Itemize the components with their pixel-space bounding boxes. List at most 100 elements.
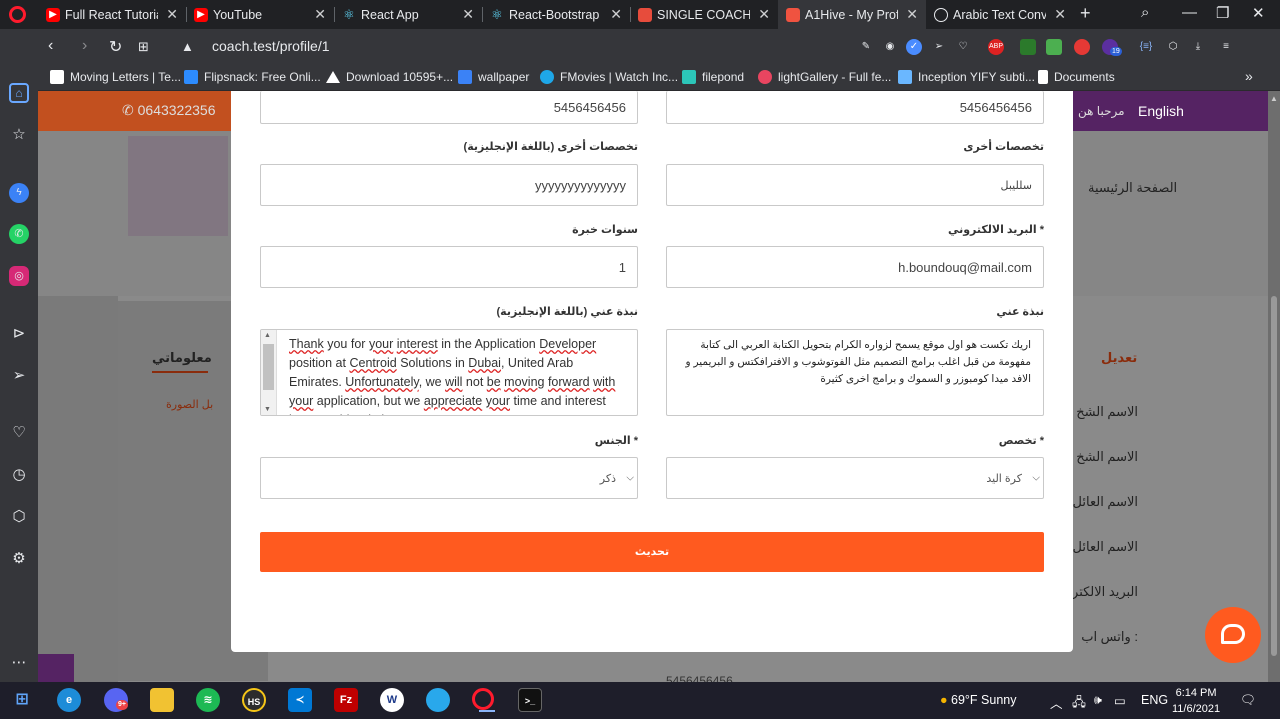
heart-icon[interactable]: ♡ <box>9 423 29 443</box>
tab-full-react-tutorial[interactable]: ▶ Full React Tutorial # ✕ <box>38 0 186 29</box>
app-blue-icon[interactable] <box>426 688 450 712</box>
bio-en-textarea[interactable]: ▲ ▼ Thank you for your interest in the A… <box>260 329 638 416</box>
url-field[interactable]: coach.test/profile/1 <box>212 38 330 54</box>
code-icon[interactable]: {≡} <box>1138 39 1154 55</box>
camera-icon[interactable]: ◉ <box>882 39 898 55</box>
battery-icon[interactable]: ▭ <box>1114 693 1126 708</box>
download-icon[interactable]: ⤓ <box>1190 39 1206 55</box>
tab-close-icon[interactable]: ✕ <box>750 6 778 23</box>
tab-close-icon[interactable]: ✕ <box>454 6 482 23</box>
star-icon[interactable]: ☆ <box>9 125 29 145</box>
more-bookmarks-icon[interactable]: » <box>1245 68 1253 84</box>
bookmark-filepond[interactable]: filepond <box>682 70 744 84</box>
new-tab-button[interactable]: + <box>1080 3 1091 24</box>
extension-colorful-icon[interactable] <box>1046 39 1062 55</box>
input-language[interactable]: ENG <box>1141 693 1168 707</box>
tray-chevron-icon[interactable]: ︿ <box>1050 693 1063 712</box>
tab-grid-icon[interactable]: ⊞ <box>138 39 149 55</box>
tab-react-bootstrap[interactable]: ⚛ React-Bootstrap · R ✕ <box>482 0 630 29</box>
home-icon[interactable]: ⌂ <box>9 83 29 103</box>
filezilla-icon[interactable]: Fz <box>334 688 358 712</box>
network-icon[interactable]: 🖧 <box>1072 693 1086 714</box>
language-switch[interactable]: English <box>1138 103 1184 119</box>
bookmark-download[interactable]: Download 10595+... <box>326 70 453 84</box>
hs-app-icon[interactable]: HS <box>242 688 266 712</box>
minimize-button[interactable]: — <box>1182 4 1197 21</box>
tab-my-info[interactable]: معلوماتي <box>152 350 212 366</box>
menu-icon[interactable]: ≡ <box>1218 39 1234 55</box>
tab-react-app[interactable]: ⚛ React App ✕ <box>334 0 482 29</box>
opera-logo-icon[interactable] <box>9 6 26 23</box>
reload-icon[interactable]: ↻ <box>109 37 122 57</box>
edit-icon[interactable]: ✎ <box>858 39 874 55</box>
send-icon[interactable]: ➢ <box>9 366 29 386</box>
weather-widget[interactable]: ● 69°F Sunny <box>940 693 1017 707</box>
more-options-icon[interactable]: ⋯ <box>9 653 29 673</box>
bookmark-fmovies[interactable]: FMovies | Watch Inc... <box>540 70 678 84</box>
tab-close-icon[interactable]: ✕ <box>1046 6 1074 23</box>
experience-input[interactable]: 1 <box>260 246 638 288</box>
extension-cube-icon[interactable] <box>1020 39 1036 55</box>
back-icon[interactable]: ‹ <box>48 37 53 55</box>
specialty-select[interactable]: كرة اليد ⌵ <box>666 457 1044 499</box>
file-explorer-icon[interactable] <box>150 688 174 712</box>
extensions-cube-icon[interactable]: ⬡ <box>9 507 29 527</box>
adblock-icon[interactable]: ABP <box>988 39 1004 55</box>
edit-profile-link[interactable]: تعديل <box>1101 350 1137 366</box>
bookmark-moving-letters[interactable]: Moving Letters | Te... <box>50 70 181 84</box>
scroll-down-icon[interactable]: ▼ <box>264 406 271 413</box>
whatsapp-icon[interactable]: ✆ <box>9 224 29 244</box>
change-photo-link[interactable]: بل الصورة <box>166 398 213 411</box>
messenger-icon[interactable]: ϟ <box>9 183 29 203</box>
windows-start-icon[interactable]: ⊞ <box>10 688 34 712</box>
tab-close-icon[interactable]: ✕ <box>898 6 926 23</box>
tab-a1hive-profile[interactable]: A1Hive - My Profile ✕ <box>778 0 926 29</box>
bio-ar-textarea[interactable]: اريك تكست هو اول موقع يسمح لزواره الكرام… <box>666 329 1044 416</box>
maximize-button[interactable]: ❐ <box>1216 4 1229 22</box>
settings-gear-icon[interactable]: ⚙ <box>9 549 29 569</box>
laravel-debug-icon[interactable] <box>38 654 74 682</box>
vscode-icon[interactable]: ≺ <box>288 688 312 712</box>
bookmark-flipsnack[interactable]: Flipsnack: Free Onli... <box>184 70 321 84</box>
box-icon[interactable]: ⬡ <box>1165 39 1181 55</box>
bookmark-yify[interactable]: Inception YIFY subti... <box>898 70 1035 84</box>
tab-single-coach[interactable]: SINGLE COACH ✕ <box>630 0 778 29</box>
heart-icon[interactable]: ♡ <box>955 39 971 55</box>
notifications-icon[interactable]: 🗨 <box>1240 693 1256 708</box>
email-input[interactable]: h.boundouq@mail.com <box>666 246 1044 288</box>
bookmark-wallpaper[interactable]: wallpaper <box>458 70 529 84</box>
extension-vpn-icon[interactable]: 19 <box>1102 39 1122 56</box>
phone-en-input[interactable]: 5456456456 <box>260 91 638 124</box>
tab-youtube[interactable]: ▶ YouTube ✕ <box>186 0 334 29</box>
phone-ar-input[interactable]: 5456456456 <box>666 91 1044 124</box>
tab-close-icon[interactable]: ✕ <box>602 6 630 23</box>
update-button[interactable]: تحديث <box>260 532 1044 572</box>
other-spec-en-input[interactable]: yyyyyyyyyyyyyy <box>260 164 638 206</box>
bookmark-documents[interactable]: Documents <box>1038 70 1115 84</box>
volume-icon[interactable]: 🕪 <box>1094 693 1102 708</box>
send-icon[interactable]: ➢ <box>931 39 947 55</box>
opera-taskbar-icon[interactable] <box>472 688 495 712</box>
clock[interactable]: 6:14 PM 11/6/2021 <box>1172 685 1220 717</box>
search-tabs-icon[interactable]: ⌕ <box>1141 4 1149 21</box>
tab-close-icon[interactable]: ✕ <box>306 6 334 23</box>
greeting-menu[interactable]: مرحبا هن <box>1078 104 1125 118</box>
player-icon[interactable]: ⊳ <box>9 324 29 344</box>
other-spec-input[interactable]: سلليبل <box>666 164 1044 206</box>
shield-icon[interactable]: ✓ <box>906 39 922 55</box>
chat-widget-button[interactable] <box>1205 607 1261 663</box>
gender-select[interactable]: ذكر ⌵ <box>260 457 638 499</box>
tab-close-icon[interactable]: ✕ <box>158 6 186 23</box>
spotify-icon[interactable]: ≋ <box>196 688 220 712</box>
terminal-icon[interactable]: >_ <box>518 688 542 712</box>
bookmark-lightgallery[interactable]: lightGallery - Full fe... <box>758 70 891 84</box>
textarea-scrollbar[interactable]: ▲ ▼ <box>261 330 277 415</box>
instagram-icon[interactable]: ◎ <box>9 266 29 286</box>
page-scrollbar[interactable]: ▲ <box>1268 91 1280 682</box>
forward-icon[interactable]: › <box>82 37 87 55</box>
nav-home-link[interactable]: الصفحة الرئيسية <box>1088 180 1177 196</box>
edge-icon[interactable]: e <box>57 688 81 712</box>
close-window-button[interactable]: ✕ <box>1252 4 1265 22</box>
app-w-icon[interactable]: W <box>380 688 404 712</box>
discord-icon[interactable]: 9+ <box>104 688 128 712</box>
